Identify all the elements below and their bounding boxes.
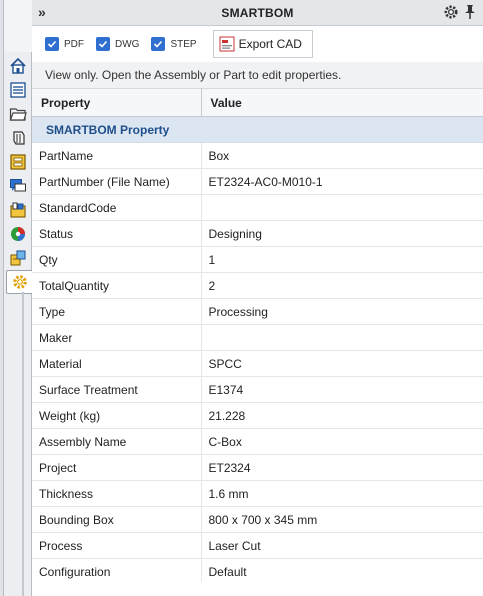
pdf-label: PDF xyxy=(64,38,84,50)
pdf-checkbox[interactable]: PDF xyxy=(45,37,84,51)
property-name-cell: Type xyxy=(32,298,202,325)
property-group-label: SMARTBOM Property xyxy=(32,116,483,143)
property-value-cell: 1 xyxy=(201,246,483,273)
table-row[interactable]: Material SPCC xyxy=(32,350,483,377)
export-cad-label: Export CAD xyxy=(238,37,302,51)
property-name-cell: Bounding Box xyxy=(32,506,202,533)
table-row[interactable]: Thickness 1.6 mm xyxy=(32,480,483,507)
property-value-cell: C-Box xyxy=(201,428,483,455)
property-value-cell xyxy=(201,324,483,351)
property-name-cell: Status xyxy=(32,220,202,247)
dwg-checkbox[interactable]: DWG xyxy=(96,37,139,51)
checkbox-checked-icon xyxy=(96,37,110,51)
smartbom-icon[interactable] xyxy=(6,270,33,294)
properties-icon[interactable] xyxy=(6,150,30,174)
view-only-notice: View only. Open the Assembly or Part to … xyxy=(32,62,483,88)
dwg-label: DWG xyxy=(115,38,140,50)
table-header: Property Value xyxy=(32,88,483,117)
property-group-row[interactable]: SMARTBOM Property xyxy=(32,116,483,143)
property-value-cell: Box xyxy=(201,142,483,169)
home-icon[interactable] xyxy=(6,54,30,78)
gear-icon[interactable] xyxy=(443,4,459,20)
property-column-header[interactable]: Property xyxy=(32,88,202,117)
property-value-cell: ET2324-AC0-M010-1 xyxy=(201,168,483,195)
properties-table: Property Value SMARTBOM Property PartNam… xyxy=(32,88,483,585)
property-value-cell: 1.6 mm xyxy=(201,480,483,507)
property-name-cell: Qty xyxy=(32,246,202,273)
property-value-cell: Laser Cut xyxy=(201,532,483,559)
property-value-cell: 21.228 xyxy=(201,402,483,429)
export-toolbar: PDF DWG STEP Export CAD xyxy=(32,26,483,62)
feature-tree-icon[interactable] xyxy=(6,78,30,102)
custom-properties-icon[interactable] xyxy=(6,246,30,270)
property-name-cell: Thickness xyxy=(32,480,202,507)
folder-icon[interactable] xyxy=(6,102,30,126)
property-value-cell: Designing xyxy=(201,220,483,247)
parts-icon[interactable] xyxy=(6,126,30,150)
export-cad-button[interactable]: Export CAD xyxy=(212,30,313,58)
design-library-icon[interactable] xyxy=(6,198,30,222)
property-name-cell: Assembly Name xyxy=(32,428,202,455)
property-value-cell xyxy=(201,194,483,221)
smartbom-panel: » SMARTBOM PDF DWG STEP Export CAD View … xyxy=(32,0,483,596)
table-row[interactable]: TotalQuantity 2 xyxy=(32,272,483,299)
property-value-cell: Default xyxy=(201,558,483,585)
step-checkbox[interactable]: STEP xyxy=(151,37,197,51)
property-name-cell: Configuration xyxy=(32,558,202,585)
property-name-cell: Weight (kg) xyxy=(32,402,202,429)
property-value-cell: 2 xyxy=(201,272,483,299)
property-name-cell: PartName xyxy=(32,142,202,169)
checkbox-checked-icon xyxy=(151,37,166,51)
step-label: STEP xyxy=(170,38,197,50)
property-name-cell: StandardCode xyxy=(32,194,202,221)
table-row[interactable]: PartName Box xyxy=(32,142,483,169)
property-name-cell: Maker xyxy=(32,324,202,351)
property-value-cell: 800 x 700 x 345 mm xyxy=(201,506,483,533)
pin-icon[interactable] xyxy=(463,4,477,20)
panel-title: SMARTBOM xyxy=(221,5,294,20)
export-cad-icon xyxy=(219,36,235,52)
table-row[interactable]: Type Processing xyxy=(32,298,483,325)
property-value-cell: ET2324 xyxy=(201,454,483,481)
property-name-cell: PartNumber (File Name) xyxy=(32,168,202,195)
table-row[interactable]: StandardCode xyxy=(32,194,483,221)
table-row[interactable]: Process Laser Cut xyxy=(32,532,483,559)
appearance-icon[interactable] xyxy=(6,222,30,246)
property-name-cell: Project xyxy=(32,454,202,481)
property-value-cell: E1374 xyxy=(201,376,483,403)
table-row[interactable]: Assembly Name C-Box xyxy=(32,428,483,455)
value-column-header[interactable]: Value xyxy=(201,88,483,117)
table-row[interactable]: Project ET2324 xyxy=(32,454,483,481)
expand-button[interactable]: » xyxy=(38,4,46,20)
strip-divider xyxy=(22,292,24,596)
comments-icon[interactable] xyxy=(6,174,30,198)
table-row[interactable]: Bounding Box 800 x 700 x 345 mm xyxy=(32,506,483,533)
property-name-cell: TotalQuantity xyxy=(32,272,202,299)
panel-titlebar: » SMARTBOM xyxy=(32,0,483,26)
table-row[interactable]: Qty 1 xyxy=(32,246,483,273)
property-value-cell: SPCC xyxy=(201,350,483,377)
table-row[interactable]: Weight (kg) 21.228 xyxy=(32,402,483,429)
table-row[interactable]: Surface Treatment E1374 xyxy=(32,376,483,403)
table-row[interactable]: PartNumber (File Name) ET2324-AC0-M010-1 xyxy=(32,168,483,195)
table-row[interactable]: Status Designing xyxy=(32,220,483,247)
panel-bottom xyxy=(32,582,483,596)
property-value-cell: Processing xyxy=(201,298,483,325)
checkbox-checked-icon xyxy=(45,37,59,51)
table-row[interactable]: Maker xyxy=(32,324,483,351)
task-pane-tabs xyxy=(4,0,33,596)
property-name-cell: Process xyxy=(32,532,202,559)
task-pane-top xyxy=(4,0,32,52)
property-name-cell: Material xyxy=(32,350,202,377)
property-name-cell: Surface Treatment xyxy=(32,376,202,403)
table-row[interactable]: Configuration Default xyxy=(32,558,483,585)
